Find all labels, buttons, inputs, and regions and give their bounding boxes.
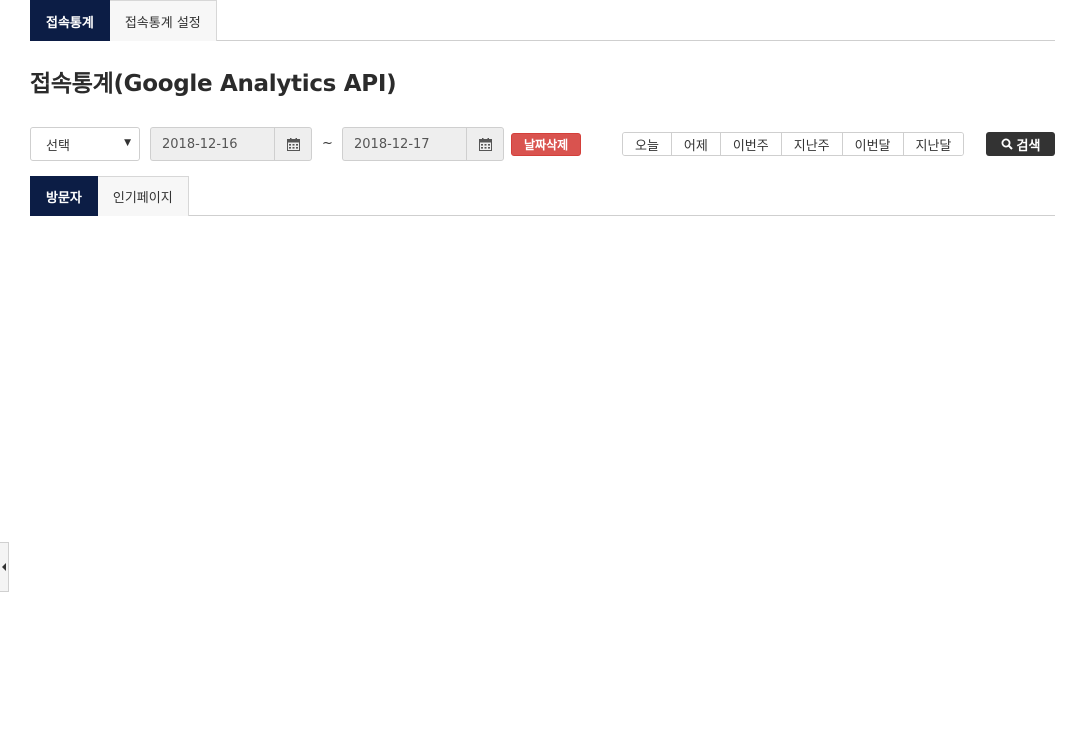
sub-tab-bar: 방문자 인기페이지 bbox=[30, 176, 1055, 216]
tab-stats[interactable]: 접속통계 bbox=[30, 0, 110, 41]
quick-range-this-week[interactable]: 이번주 bbox=[720, 133, 782, 155]
date-from-input[interactable] bbox=[150, 127, 274, 161]
caret-left-icon bbox=[2, 563, 6, 571]
calendar-icon[interactable] bbox=[274, 127, 312, 161]
search-icon bbox=[1001, 138, 1013, 150]
quick-range-yesterday[interactable]: 어제 bbox=[671, 133, 721, 155]
tab-popular-pages[interactable]: 인기페이지 bbox=[97, 176, 189, 216]
date-from-group bbox=[150, 127, 312, 161]
quick-range-group: 오늘 어제 이번주 지난주 이번달 지난달 bbox=[622, 132, 965, 156]
calendar-icon[interactable] bbox=[466, 127, 504, 161]
date-to-input[interactable] bbox=[342, 127, 466, 161]
tab-visitors[interactable]: 방문자 bbox=[30, 176, 98, 216]
caret-down-icon: ▼ bbox=[124, 138, 131, 148]
search-button[interactable]: 검색 bbox=[986, 132, 1055, 156]
clear-date-button[interactable]: 날짜삭제 bbox=[511, 133, 582, 156]
period-select-value: 선택 bbox=[46, 138, 70, 154]
quick-range-today[interactable]: 오늘 bbox=[623, 133, 672, 155]
tab-stats-settings[interactable]: 접속통계 설정 bbox=[109, 0, 217, 41]
quick-range-last-week[interactable]: 지난주 bbox=[781, 133, 843, 155]
sidebar-toggle-handle[interactable] bbox=[0, 542, 9, 592]
date-to-group bbox=[342, 127, 504, 161]
quick-range-last-month[interactable]: 지난달 bbox=[903, 133, 964, 155]
date-range-separator: ~ bbox=[322, 136, 333, 151]
period-select[interactable]: 선택 ▼ bbox=[30, 127, 140, 161]
page-title: 접속통계(Google Analytics API) bbox=[30, 71, 397, 97]
search-button-label: 검색 bbox=[1016, 138, 1041, 154]
top-tab-bar: 접속통계 접속통계 설정 bbox=[30, 0, 1055, 41]
filter-row: 선택 ▼ ~ bbox=[30, 127, 1055, 161]
quick-range-this-month[interactable]: 이번달 bbox=[842, 133, 904, 155]
